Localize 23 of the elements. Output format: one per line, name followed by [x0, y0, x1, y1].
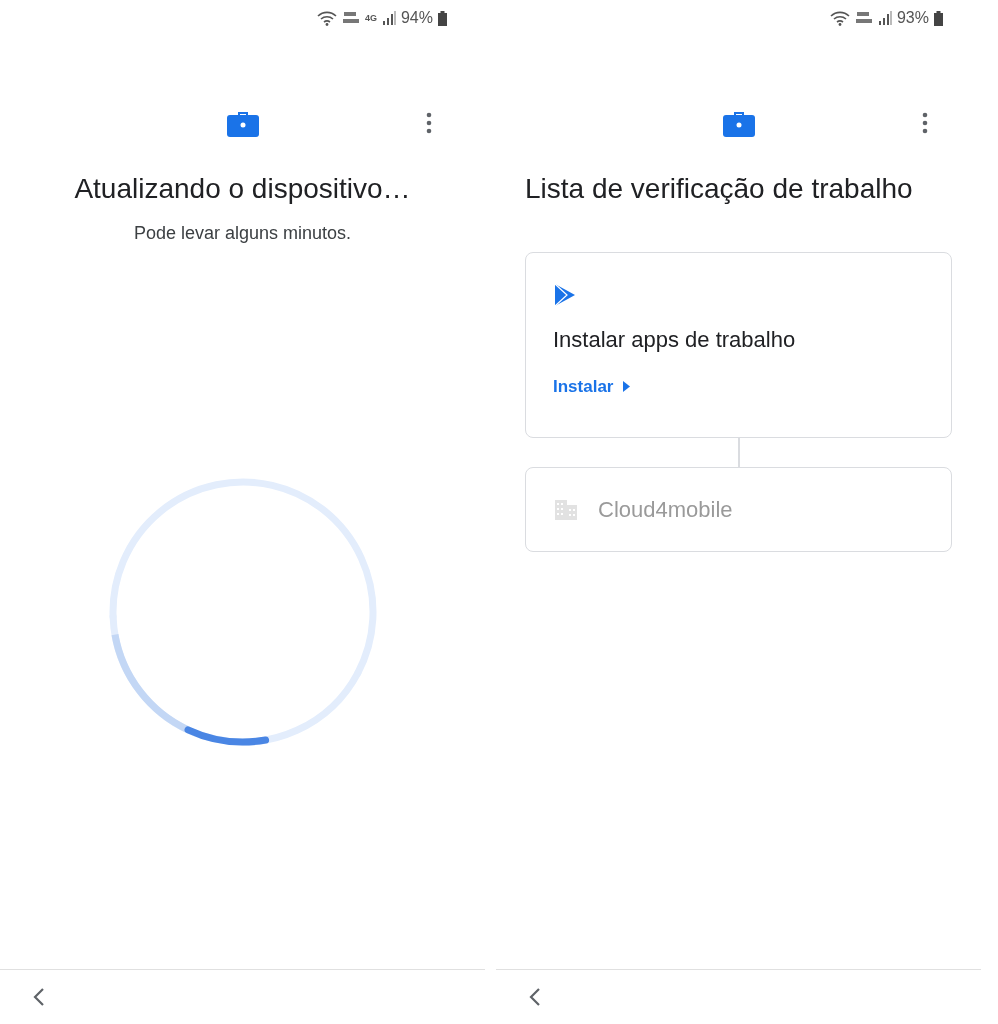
- page-title: Lista de verificação de trabalho: [524, 172, 914, 206]
- wifi-icon: [316, 10, 337, 26]
- signal-icon: [877, 11, 892, 25]
- caret-icon: [623, 381, 631, 393]
- install-link[interactable]: Instalar: [553, 374, 631, 400]
- battery-icon: [438, 10, 447, 26]
- card-title: Instalar apps de trabalho: [553, 326, 797, 354]
- battery-icon: [934, 10, 943, 26]
- page-subtitle: Pode levar alguns minutos.: [132, 222, 353, 245]
- signal-icon: [381, 11, 396, 25]
- card-title: Cloud4mobile: [598, 496, 733, 524]
- back-icon: [33, 987, 45, 1007]
- back-icon: [529, 987, 541, 1007]
- page-title: Atualizando o dispositivo…: [73, 172, 412, 206]
- play-icon: [553, 283, 577, 307]
- more-vertical-icon: [922, 112, 928, 134]
- network-type: 4G: [364, 13, 377, 23]
- battery-percent: 93%: [896, 8, 929, 28]
- battery-percent: 94%: [400, 8, 433, 28]
- checklist-card[interactable]: Instalar apps de trabalho Instalar: [525, 252, 952, 438]
- wifi-icon: [829, 10, 850, 26]
- more-vertical-icon: [426, 112, 432, 134]
- building-icon: [554, 498, 578, 521]
